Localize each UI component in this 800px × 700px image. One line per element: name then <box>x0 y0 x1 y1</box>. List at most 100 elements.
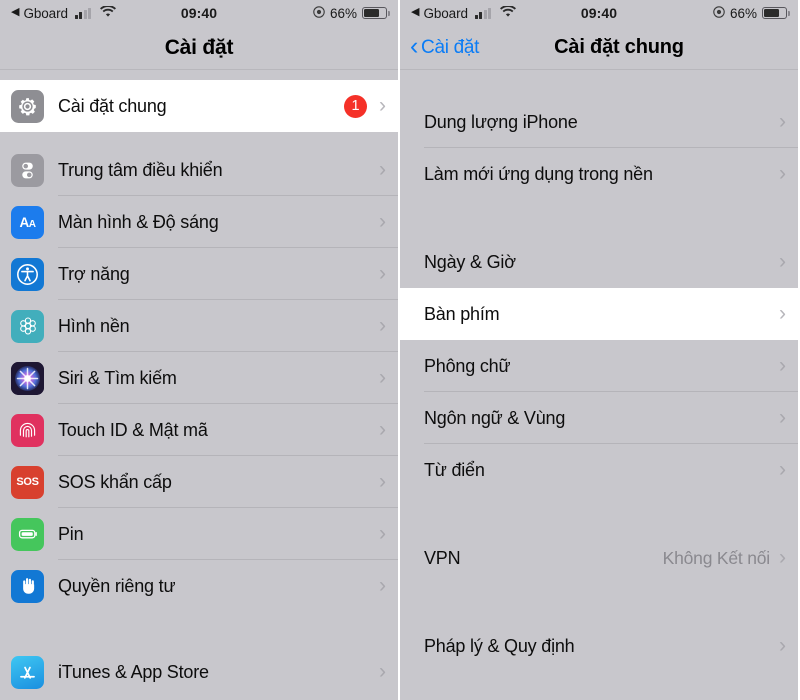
settings-row-label: Hình nền <box>58 315 130 336</box>
status-back-app-label[interactable]: Gboard <box>423 6 468 21</box>
settings-list-general: Dung lượng iPhone › Làm mới ứng dụng tro… <box>400 70 798 700</box>
status-bar-right: 66% <box>713 5 790 21</box>
section-gap <box>0 70 398 80</box>
settings-row-battery[interactable]: Pin › <box>0 508 398 560</box>
settings-row-keyboard[interactable]: Bàn phím › <box>400 288 798 340</box>
settings-row-label: Ngôn ngữ & Vùng <box>424 407 566 428</box>
chevron-right-icon: › <box>379 417 386 441</box>
settings-row-vpn[interactable]: VPN Không Kết nối › <box>400 532 798 584</box>
status-bar: ◀ Gboard 09:40 66% <box>0 0 398 26</box>
chevron-right-icon: › <box>779 301 786 325</box>
settings-row-label: Siri & Tìm kiếm <box>58 367 177 388</box>
cellular-signal-icon <box>74 7 92 19</box>
battery-percent-label: 66% <box>329 5 357 21</box>
battery-percent-label: 66% <box>729 5 757 21</box>
section-gap <box>400 672 798 700</box>
settings-row-date-time[interactable]: Ngày & Giờ › <box>400 236 798 288</box>
settings-list-main: Cài đặt chung 1 › Trung tâm điều khiển ›… <box>0 70 398 700</box>
status-bar-right: 66% <box>313 5 390 21</box>
status-bar: ◀ Gboard 09:40 66% <box>400 0 798 26</box>
display-brightness-icon: AA <box>11 205 44 239</box>
cellular-signal-icon <box>474 7 492 19</box>
status-back-app-label[interactable]: Gboard <box>23 6 68 21</box>
left-nav-bar: Cài đặt <box>0 26 398 70</box>
privacy-hand-icon <box>11 569 44 603</box>
settings-row-itunes-app-store[interactable]: iTunes & App Store › <box>0 646 398 698</box>
settings-row-emergency-sos[interactable]: SOS SOS khẩn cấp › <box>0 456 398 508</box>
status-bar-left: ◀ Gboard <box>411 4 517 21</box>
location-services-icon <box>713 5 725 21</box>
battery-icon <box>762 7 790 19</box>
chevron-right-icon: › <box>779 405 786 429</box>
chevron-right-icon: › <box>779 545 786 569</box>
back-button-label: Cài đặt <box>421 36 480 58</box>
chevron-right-icon: › <box>379 313 386 337</box>
settings-row-touch-id-passcode[interactable]: Touch ID & Mật mã › <box>0 404 398 456</box>
control-center-icon <box>11 153 44 187</box>
settings-row-legal-regulatory[interactable]: Pháp lý & Quy định › <box>400 620 798 672</box>
dual-screenshot-container: ◀ Gboard 09:40 66% Cài đặt Cài đặt chung… <box>0 0 800 700</box>
accessibility-icon <box>11 257 44 291</box>
page-title: Cài đặt <box>164 35 234 59</box>
back-button[interactable]: ‹ Cài đặt <box>400 31 480 60</box>
settings-row-accessibility[interactable]: Trợ năng › <box>0 248 398 300</box>
chevron-right-icon: › <box>379 261 386 285</box>
touch-id-icon <box>11 413 44 447</box>
settings-row-label: SOS khẩn cấp <box>58 471 172 492</box>
chevron-right-icon: › <box>379 209 386 233</box>
vpn-status-value: Không Kết nối <box>662 547 771 568</box>
settings-row-label: Pháp lý & Quy định <box>424 635 575 656</box>
wifi-icon <box>500 4 517 21</box>
settings-row-wallpaper[interactable]: Hình nền › <box>0 300 398 352</box>
settings-row-label: Quyền riêng tư <box>58 575 176 596</box>
chevron-right-icon: › <box>779 109 786 133</box>
status-bar-left: ◀ Gboard <box>11 4 117 21</box>
chevron-right-icon: › <box>779 633 786 657</box>
notification-badge: 1 <box>344 94 367 118</box>
chevron-right-icon: › <box>779 161 786 185</box>
settings-row-iphone-storage[interactable]: Dung lượng iPhone › <box>400 96 798 148</box>
section-gap <box>400 200 798 236</box>
settings-row-dictionary[interactable]: Từ điển › <box>400 444 798 496</box>
chevron-right-icon: › <box>779 249 786 273</box>
settings-row-label: Màn hình & Độ sáng <box>58 211 219 232</box>
settings-row-label: Trợ năng <box>58 263 130 284</box>
chevron-right-icon: › <box>379 469 386 493</box>
chevron-left-icon: ‹ <box>410 31 419 60</box>
settings-row-label: VPN <box>424 547 461 568</box>
wifi-icon <box>100 4 117 21</box>
settings-row-label: Touch ID & Mật mã <box>58 419 208 440</box>
section-gap <box>400 496 798 532</box>
chevron-right-icon: › <box>379 157 386 181</box>
settings-row-general[interactable]: Cài đặt chung 1 › <box>0 80 398 132</box>
section-gap <box>0 132 398 144</box>
settings-row-privacy[interactable]: Quyền riêng tư › <box>0 560 398 612</box>
settings-row-label: Từ điển <box>424 459 485 480</box>
settings-row-label: Pin <box>58 523 84 544</box>
settings-row-label: Cài đặt chung <box>58 95 167 116</box>
right-phone-screen: ◀ Gboard 09:40 66% ‹ Cài đặt Cài đặt chu… <box>398 0 798 700</box>
chevron-right-icon: › <box>379 93 386 117</box>
chevron-right-icon: › <box>779 457 786 481</box>
back-triangle-icon[interactable]: ◀ <box>11 7 19 18</box>
back-triangle-icon[interactable]: ◀ <box>411 7 419 18</box>
wallpaper-icon <box>11 309 44 343</box>
settings-row-label: Trung tâm điều khiển <box>58 159 223 180</box>
settings-row-display-brightness[interactable]: AA Màn hình & Độ sáng › <box>0 196 398 248</box>
app-store-icon <box>11 655 44 689</box>
settings-row-background-app-refresh[interactable]: Làm mới ứng dụng trong nền › <box>400 148 798 200</box>
chevron-right-icon: › <box>379 365 386 389</box>
settings-row-control-center[interactable]: Trung tâm điều khiển › <box>0 144 398 196</box>
settings-row-label: Phông chữ <box>424 355 511 376</box>
chevron-right-icon: › <box>379 573 386 597</box>
battery-settings-icon <box>11 517 44 551</box>
chevron-right-icon: › <box>379 521 386 545</box>
settings-row-label: Ngày & Giờ <box>424 251 516 272</box>
settings-row-label: Bàn phím <box>424 303 500 324</box>
settings-row-label: Dung lượng iPhone <box>424 111 578 132</box>
settings-row-siri-search[interactable]: Siri & Tìm kiếm › <box>0 352 398 404</box>
settings-row-language-region[interactable]: Ngôn ngữ & Vùng › <box>400 392 798 444</box>
chevron-right-icon: › <box>779 353 786 377</box>
right-nav-bar: ‹ Cài đặt Cài đặt chung <box>400 26 798 70</box>
settings-row-fonts[interactable]: Phông chữ › <box>400 340 798 392</box>
